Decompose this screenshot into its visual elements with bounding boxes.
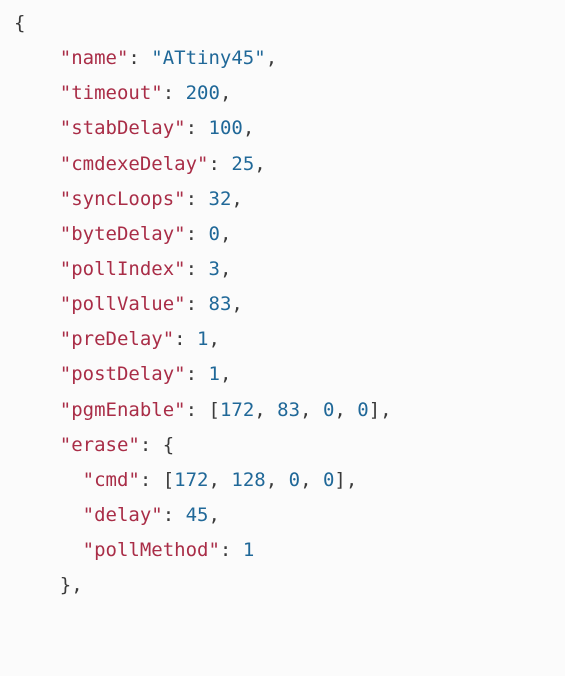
json-key: "postDelay" [60, 363, 186, 385]
json-value: 83 [209, 293, 232, 315]
json-array-item: 0 [289, 469, 300, 491]
json-key: "stabDelay" [60, 117, 186, 139]
json-key: "pollMethod" [83, 539, 220, 561]
open-brace: { [14, 12, 25, 34]
json-value: 25 [231, 153, 254, 175]
json-key: "byteDelay" [60, 223, 186, 245]
json-value: 45 [186, 504, 209, 526]
close-brace: }, [60, 574, 83, 596]
json-value: 32 [209, 188, 232, 210]
json-key: "cmdexeDelay" [60, 153, 209, 175]
json-key: "cmd" [83, 469, 140, 491]
json-array-item: 172 [220, 399, 254, 421]
json-value: "ATtiny45" [151, 47, 265, 69]
json-key: "preDelay" [60, 328, 174, 350]
json-value: 0 [209, 223, 220, 245]
json-key: "timeout" [60, 82, 163, 104]
json-array-item: 0 [323, 399, 334, 421]
json-array-item: 0 [357, 399, 368, 421]
json-key: "syncLoops" [60, 188, 186, 210]
json-array-item: 172 [174, 469, 208, 491]
json-value: 3 [209, 258, 220, 280]
json-key: "pollIndex" [60, 258, 186, 280]
json-value: 1 [243, 539, 254, 561]
json-key: "erase" [60, 434, 140, 456]
json-value: 1 [209, 363, 220, 385]
json-value: 200 [186, 82, 220, 104]
json-array-item: 83 [277, 399, 300, 421]
json-array-item: 128 [231, 469, 265, 491]
json-key: "delay" [83, 504, 163, 526]
json-key: "pollValue" [60, 293, 186, 315]
json-value: 100 [209, 117, 243, 139]
json-value: 1 [197, 328, 208, 350]
json-key: "name" [60, 47, 129, 69]
json-code-block: { "name": "ATtiny45", "timeout": 200, "s… [0, 0, 565, 613]
json-key: "pgmEnable" [60, 399, 186, 421]
json-array-item: 0 [323, 469, 334, 491]
